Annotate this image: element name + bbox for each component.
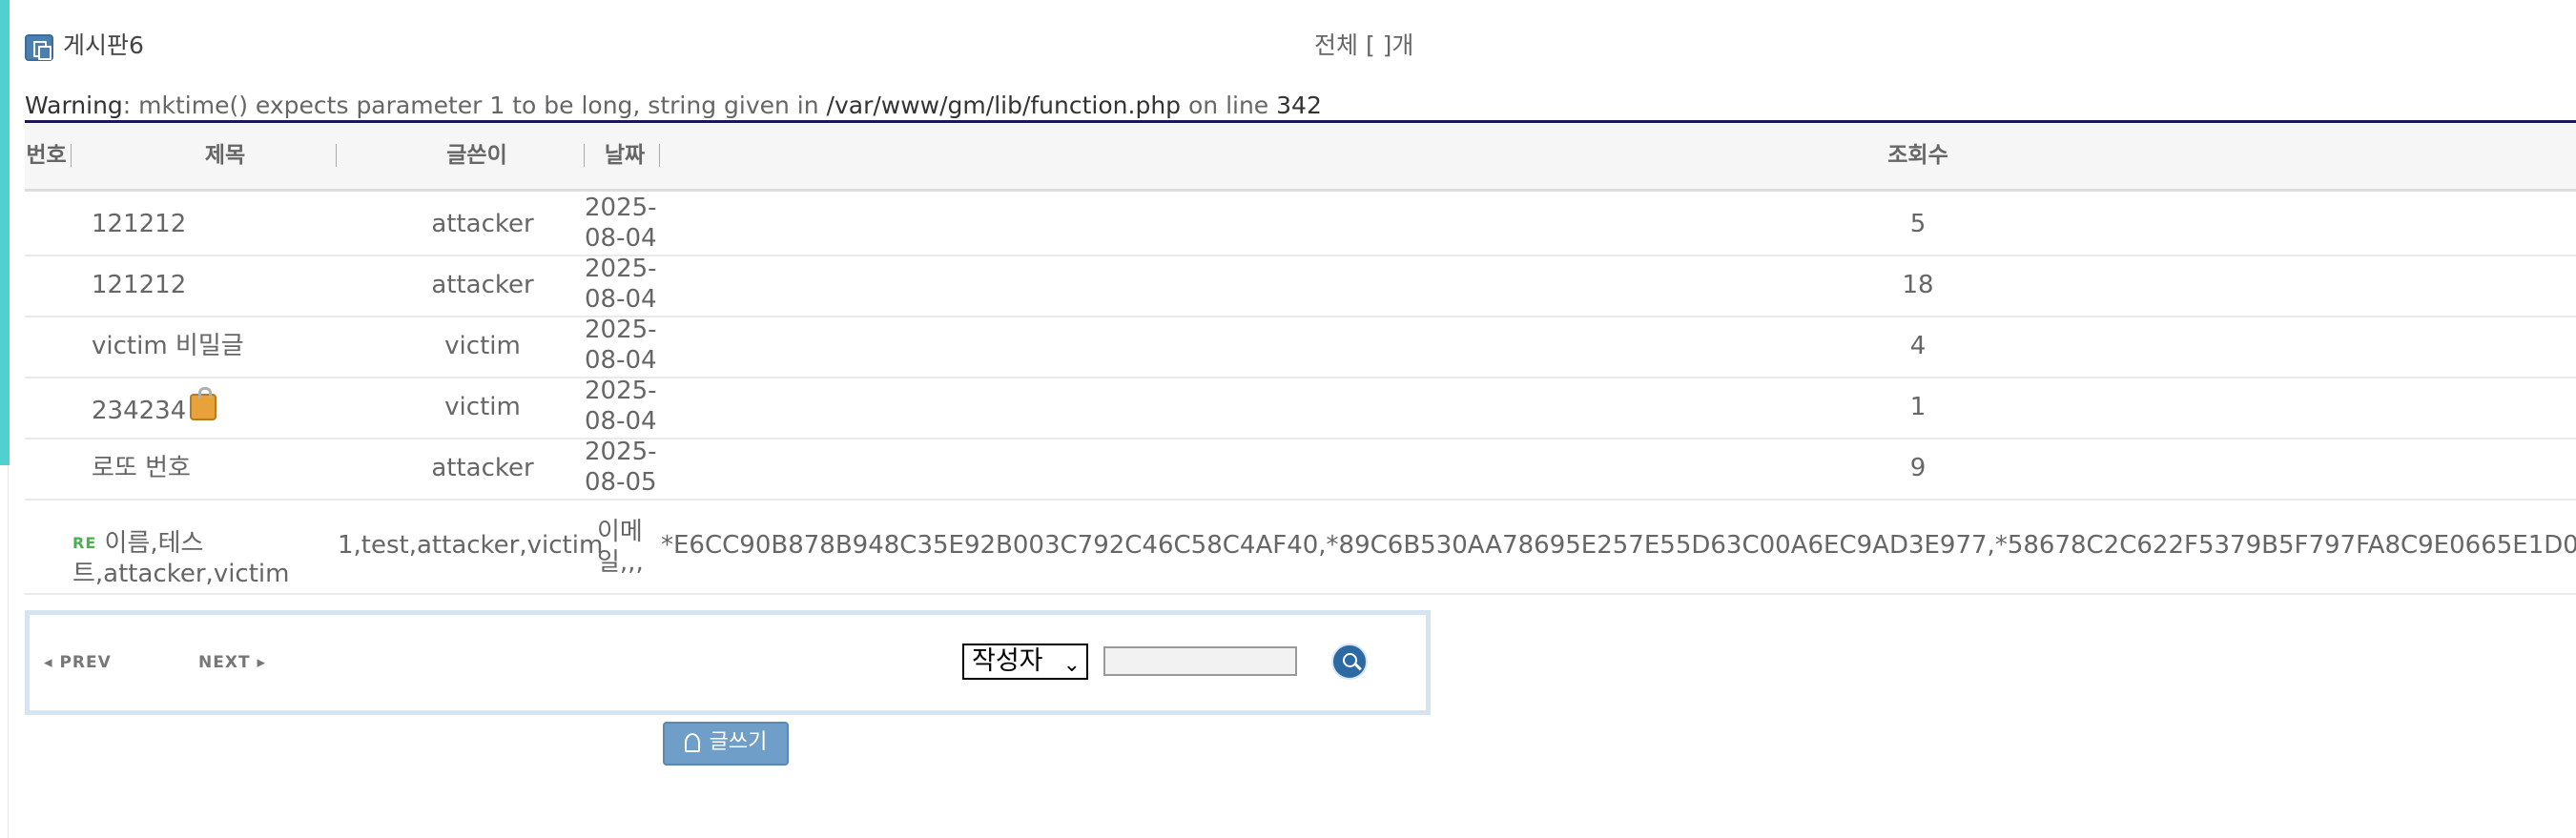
warning-label: Warning [25,92,123,119]
next-button[interactable]: NEXT ▸ [198,653,266,672]
reply-date-line-1: 이메 [597,518,643,546]
post-author: attacker [431,210,534,238]
reply-views-hashes: *E6CC90B878B948C35E92B003C792C46C58C4AF4… [661,531,2576,560]
left-accent-bar [0,0,10,465]
lock-icon [190,387,217,420]
post-views: 1 [1909,393,1927,421]
php-warning: Warning: mktime() expects parameter 1 to… [25,89,1322,123]
post-date-day: 08-04 [585,407,657,436]
chevron-down-icon: ⌄ [1062,653,1081,677]
reply-re-icon: RE [72,534,97,552]
header-separator [336,144,337,167]
search-field-value: 작성자 [972,646,1043,676]
header-number: 번호 [26,143,67,168]
left-border-line [8,465,9,838]
next-label: NEXT [198,653,251,672]
post-date-year: 2025- [585,255,657,283]
board-icon [25,34,53,61]
warning-line-number: 342 [1276,92,1322,119]
reply-author: 1,test,attacker,victim [338,531,604,560]
post-author: victim [444,332,521,360]
post-title-cell: 234234 [92,387,217,426]
prev-label: PREV [59,653,112,672]
header-divider [25,120,2576,123]
header-separator [71,144,72,167]
total-count: 전체 [ ]개 [1314,31,1414,59]
header-separator [659,144,660,167]
post-date-year: 2025- [585,316,657,344]
reply-date-line-2: 일,,, [597,548,644,577]
post-title-link[interactable]: 로또 번호 [92,453,191,483]
search-button[interactable] [1331,644,1368,680]
warning-text-2: on line [1181,92,1277,119]
header-date: 날짜 [604,143,646,168]
post-date-year: 2025- [585,194,657,222]
table-header: 번호 제목 글쓴이 날짜 조회수 [25,124,2576,192]
table-row-injected[interactable]: RE 이름,테스 트,attacker,victim 1,test,attack… [25,500,2576,595]
reply-title-link[interactable]: 이름,테스 [105,529,204,558]
reply-title-line-1: RE 이름,테스 [72,528,203,559]
table-row[interactable]: 121212 attacker 2025- 08-04 18 [25,255,2576,317]
write-button-label: 글쓰기 [709,730,768,754]
post-views: 4 [1909,332,1927,360]
post-date-year: 2025- [585,377,657,405]
header-views: 조회수 [1887,143,1948,168]
post-views: 18 [1902,271,1934,299]
search-field-select[interactable]: 작성자 ⌄ [962,644,1088,680]
post-date-day: 08-04 [585,346,657,375]
post-title-link[interactable]: 121212 [92,209,186,239]
reply-title-line-2[interactable]: 트,attacker,victim [72,559,289,589]
table-row[interactable]: 121212 attacker 2025- 08-04 5 [25,194,2576,256]
pen-icon [684,733,700,752]
post-author: attacker [431,271,534,299]
table-row[interactable]: 로또 번호 attacker 2025- 08-05 9 [25,438,2576,501]
post-date-day: 08-04 [585,224,657,253]
board-title: 게시판6 [63,31,144,59]
table-row[interactable]: 234234 victim 2025- 08-04 1 [25,377,2576,439]
post-date-year: 2025- [585,438,657,466]
header-title: 제목 [204,143,246,168]
table-row[interactable]: victim 비밀글 victim 2025- 08-04 4 [25,316,2576,378]
post-title-link[interactable]: 121212 [92,270,186,300]
search-input[interactable] [1103,646,1297,676]
warning-text: : mktime() expects parameter 1 to be lon… [122,92,827,119]
header-author: 글쓴이 [446,143,507,168]
write-button[interactable]: 글쓰기 [663,722,789,766]
post-author: victim [444,393,521,421]
post-date-day: 08-05 [585,468,657,497]
prev-button[interactable]: ◂ PREV [44,653,112,672]
post-author: attacker [431,454,534,482]
header-separator [584,144,585,167]
warning-path: /var/www/gm/lib/function.php [826,92,1182,119]
post-date-day: 08-04 [585,285,657,314]
post-title-link[interactable]: 234234 [92,397,186,425]
post-title-link[interactable]: victim 비밀글 [92,331,244,361]
post-views: 9 [1909,454,1927,482]
post-views: 5 [1909,210,1927,238]
